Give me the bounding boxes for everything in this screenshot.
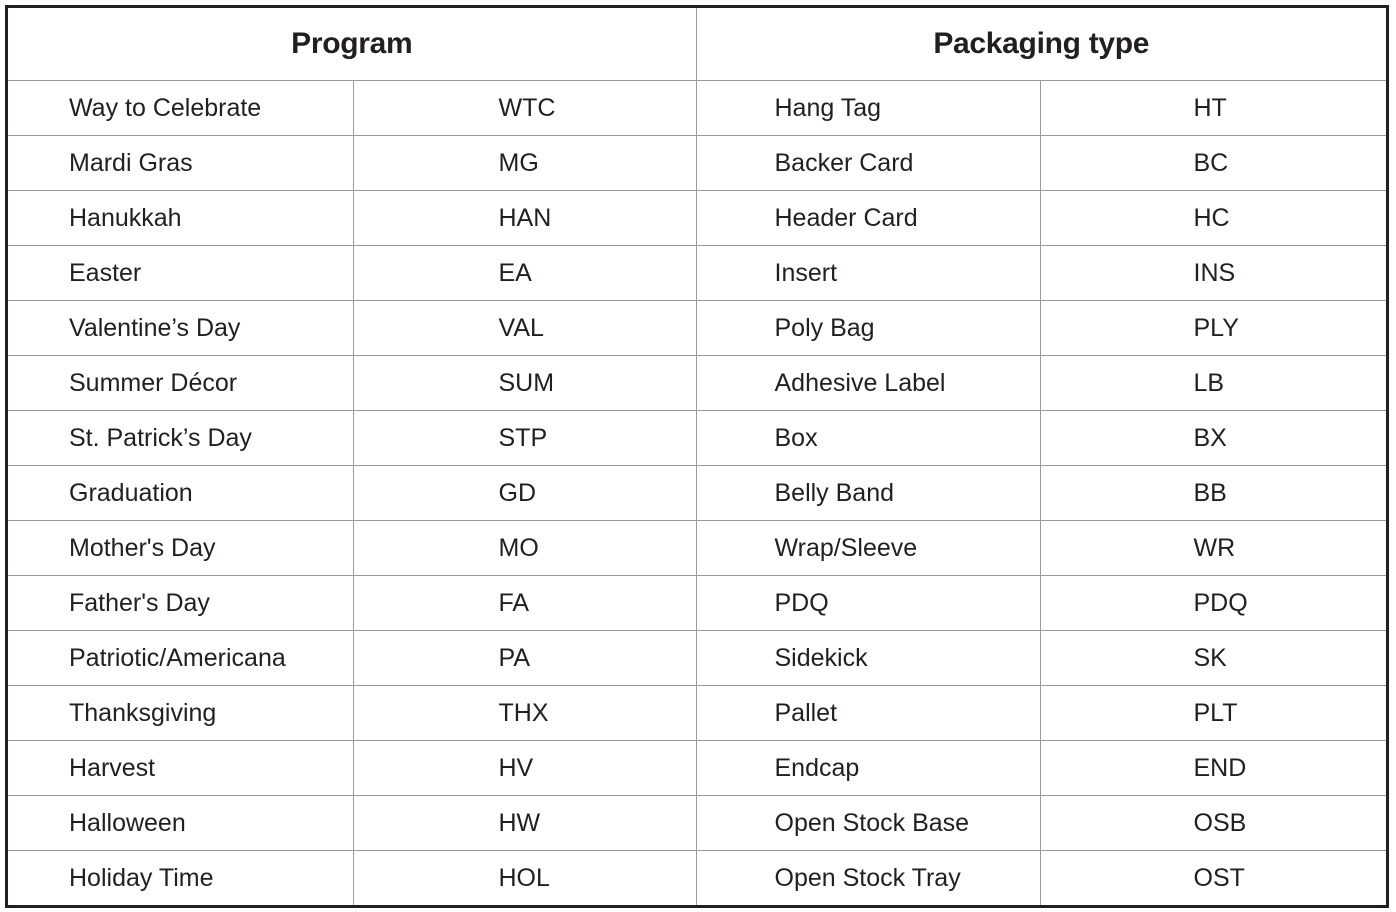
program-name-cell: Easter <box>8 245 354 302</box>
packaging-name-cell: Insert <box>696 245 1041 302</box>
packaging-name-cell: Poly Bag <box>696 300 1041 357</box>
program-packaging-code-table: Program Packaging type Way to Celebrate W… <box>8 8 1387 905</box>
program-code-cell: HOL <box>353 850 697 905</box>
packaging-name-cell: Endcap <box>696 740 1041 797</box>
packaging-code-cell: INS <box>1040 245 1387 302</box>
packaging-name-cell: Adhesive Label <box>696 355 1041 412</box>
table-row: Holiday Time HOL Open Stock Tray OST <box>8 850 1386 905</box>
program-code-cell: HV <box>353 740 697 797</box>
program-code-cell: PA <box>353 630 697 687</box>
table-row: Summer Décor SUM Adhesive Label LB <box>8 355 1387 412</box>
packaging-type-header: Packaging type <box>696 8 1387 81</box>
program-code-cell: MO <box>353 520 697 577</box>
packaging-code-cell: HC <box>1040 190 1387 247</box>
packaging-code-cell: BX <box>1040 410 1387 467</box>
program-code-cell: EA <box>353 245 697 302</box>
packaging-code-cell: SK <box>1040 630 1387 687</box>
table-row: Thanksgiving THX Pallet PLT <box>8 685 1387 742</box>
program-name-cell: Patriotic/Americana <box>8 630 354 687</box>
table-row: Valentine’s Day VAL Poly Bag PLY <box>8 300 1387 357</box>
packaging-name-cell: PDQ <box>696 575 1041 632</box>
program-name-cell: Valentine’s Day <box>8 300 354 357</box>
program-code-cell: VAL <box>353 300 697 357</box>
packaging-name-cell: Open Stock Tray <box>696 850 1041 905</box>
packaging-name-cell: Box <box>696 410 1041 467</box>
table-row: Patriotic/Americana PA Sidekick SK <box>8 630 1387 687</box>
table-row: Mother's Day MO Wrap/Sleeve WR <box>8 520 1387 577</box>
packaging-name-cell: Backer Card <box>696 135 1041 192</box>
program-name-cell: Mother's Day <box>8 520 354 577</box>
table-row: Halloween HW Open Stock Base OSB <box>8 795 1387 852</box>
table-row: Mardi Gras MG Backer Card BC <box>8 135 1387 192</box>
program-code-cell: SUM <box>353 355 697 412</box>
packaging-code-cell: BC <box>1040 135 1387 192</box>
table-header-row: Program Packaging type <box>8 8 1387 81</box>
program-code-cell: WTC <box>353 80 697 137</box>
table-row: Father's Day FA PDQ PDQ <box>8 575 1387 632</box>
program-name-cell: Holiday Time <box>8 850 354 905</box>
packaging-name-cell: Hang Tag <box>696 80 1041 137</box>
program-code-cell: HW <box>353 795 697 852</box>
packaging-code-cell: OST <box>1193 863 1245 892</box>
packaging-code-cell: PLY <box>1040 300 1387 357</box>
program-name-cell: Halloween <box>8 795 354 852</box>
packaging-code-cell: BB <box>1040 465 1387 522</box>
packaging-code-cell: PDQ <box>1040 575 1387 632</box>
packaging-name-cell: Sidekick <box>696 630 1041 687</box>
program-code-cell: MG <box>353 135 697 192</box>
program-code-cell: HAN <box>353 190 697 247</box>
table-body: Way to Celebrate WTC Hang Tag HT Mardi Gras M… <box>8 80 1387 905</box>
program-name-cell: Graduation <box>8 465 354 522</box>
program-name-cell: Summer Décor <box>8 355 354 412</box>
table-row: Way to Celebrate WTC Hang Tag HT <box>8 80 1387 137</box>
packaging-code-cell: OSB <box>1040 795 1387 852</box>
program-name-cell: Harvest <box>8 740 354 797</box>
table-row: Easter EA Insert INS <box>8 245 1387 302</box>
code-table-frame: Program Packaging type Way to Celebrate W… <box>5 5 1389 908</box>
packaging-code-cell: WR <box>1040 520 1387 577</box>
program-code-cell: GD <box>353 465 697 522</box>
program-name-cell: Way to Celebrate <box>8 80 354 137</box>
packaging-code-cell: LB <box>1040 355 1387 412</box>
program-name-cell: Hanukkah <box>8 190 354 247</box>
packaging-code-cell: HT <box>1040 80 1387 137</box>
table-row: Graduation GD Belly Band BB <box>8 465 1387 522</box>
program-header: Program <box>8 8 697 81</box>
program-name-cell: Thanksgiving <box>8 685 354 742</box>
table-row: Hanukkah HAN Header Card HC <box>8 190 1387 247</box>
table-row: Harvest HV Endcap END <box>8 740 1387 797</box>
packaging-name-cell: Open Stock Base <box>696 795 1041 852</box>
program-code-cell: THX <box>353 685 697 742</box>
program-name-cell: Mardi Gras <box>8 135 354 192</box>
packaging-name-cell: Header Card <box>696 190 1041 247</box>
program-code-cell: STP <box>353 410 697 467</box>
packaging-name-cell: Pallet <box>696 685 1041 742</box>
program-code-cell: FA <box>353 575 697 632</box>
program-name-cell: St. Patrick’s Day <box>8 410 354 467</box>
packaging-name-cell: Belly Band <box>696 465 1041 522</box>
program-name-cell: Father's Day <box>8 575 354 632</box>
packaging-code-cell: END <box>1040 740 1387 797</box>
packaging-code-cell: PLT <box>1040 685 1387 742</box>
packaging-name-cell: Wrap/Sleeve <box>696 520 1041 577</box>
table-row: St. Patrick’s Day STP Box BX <box>8 410 1387 467</box>
